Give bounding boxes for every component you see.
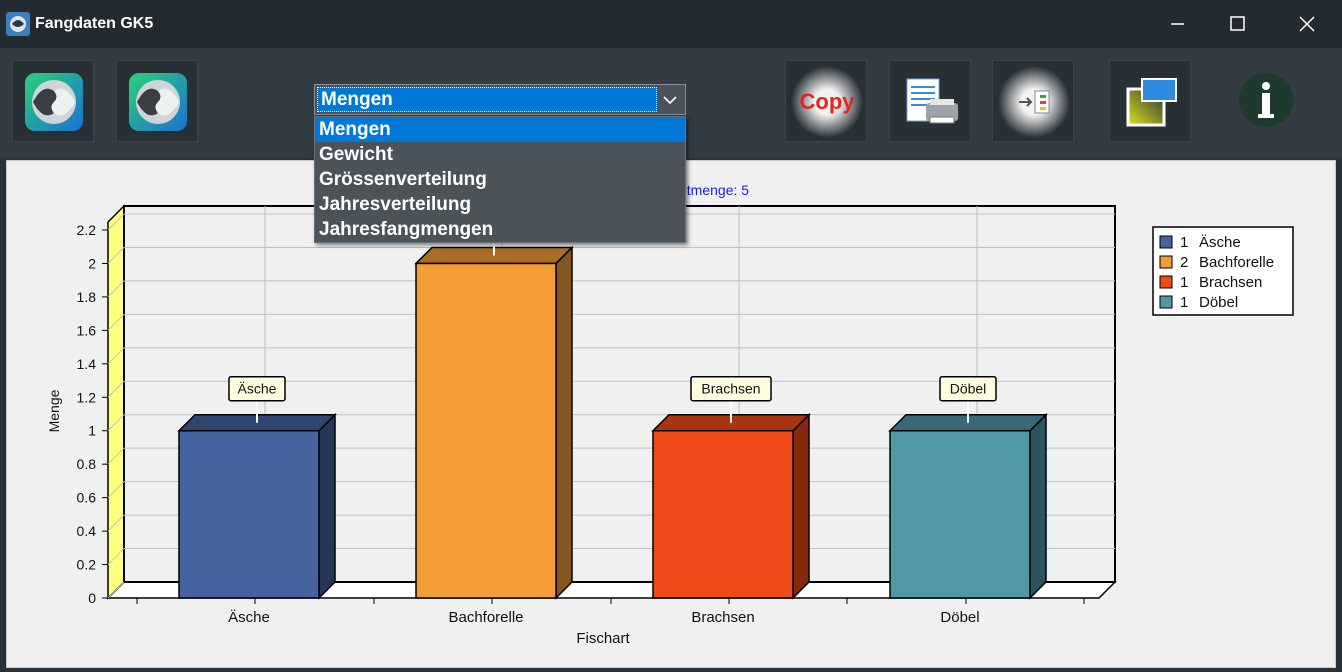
window-title: Fangdaten GK5 <box>35 15 154 32</box>
chart-type-selected[interactable]: Mengen <box>317 87 657 112</box>
data-label: Äsche <box>238 381 277 397</box>
option-mengen[interactable]: Mengen <box>315 117 685 142</box>
y-tick-label: 1 <box>88 423 96 439</box>
legend-label: Bachforelle <box>1199 254 1274 271</box>
bar <box>415 262 557 599</box>
data-label: Döbel <box>950 381 987 397</box>
fish-app-icon-2 <box>129 73 187 131</box>
x-tick-label: Döbel <box>940 609 979 626</box>
y-tick-label: 1.4 <box>77 356 97 372</box>
legend-swatch <box>1159 295 1173 309</box>
export-icon <box>998 66 1070 138</box>
legend-swatch <box>1159 275 1173 289</box>
bar-side <box>555 245 573 600</box>
export-button[interactable] <box>992 60 1074 142</box>
y-tick-label: 0.4 <box>77 523 97 539</box>
fish-app-button-2[interactable] <box>116 60 198 142</box>
legend-label: Döbel <box>1199 294 1238 311</box>
title-bar: Fangdaten GK5 <box>0 0 1342 48</box>
bar <box>652 429 794 599</box>
y-tick-label: 0 <box>88 590 96 606</box>
x-axis-label: Fischart <box>576 630 630 647</box>
legend-swatch <box>1159 235 1173 249</box>
y-tick-label: 2 <box>88 255 96 271</box>
minimize-icon[interactable] <box>1148 6 1208 42</box>
copy-button[interactable]: Copy <box>785 60 867 142</box>
option-groessenverteilung[interactable]: Grössenverteilung <box>315 167 685 192</box>
copy-label: Copy <box>800 89 856 114</box>
chart-type-dropdown: Mengen Gewicht Grössenverteilung Jahresv… <box>314 116 686 243</box>
bar <box>889 429 1031 599</box>
fish-app-button[interactable] <box>12 60 94 142</box>
close-icon[interactable] <box>1276 6 1336 42</box>
maximize-icon[interactable] <box>1208 6 1268 42</box>
legend-count: 1 <box>1180 234 1188 251</box>
legend-count: 1 <box>1180 274 1188 291</box>
app-icon <box>6 12 30 36</box>
y-tick-label: 0.2 <box>77 557 97 573</box>
y-tick-label: 0.6 <box>77 490 97 506</box>
y-tick-label: 1.8 <box>77 289 97 305</box>
info-icon[interactable] <box>1236 72 1296 132</box>
y-axis-label: Menge <box>46 389 62 432</box>
chart-title: ntmenge: 5 <box>679 182 749 198</box>
bar-side <box>318 412 336 600</box>
bar <box>178 429 320 599</box>
option-gewicht[interactable]: Gewicht <box>315 142 685 167</box>
y-tick-label: 1.6 <box>77 322 97 338</box>
y-tick-label: 1.2 <box>77 389 97 405</box>
legend-count: 1 <box>1180 294 1188 311</box>
legend-count: 2 <box>1180 254 1188 271</box>
option-jahresverteilung[interactable]: Jahresverteilung <box>315 192 685 217</box>
data-label: Brachsen <box>701 381 760 397</box>
y-tick-label: 0.8 <box>77 456 97 472</box>
window-icon <box>1126 78 1177 127</box>
bar-side <box>1029 412 1047 600</box>
copy-icon: Copy <box>791 66 863 138</box>
bar-side <box>792 412 810 600</box>
print-icon <box>906 78 958 124</box>
legend-label: Brachsen <box>1199 274 1262 291</box>
print-button[interactable] <box>889 60 971 142</box>
window-button[interactable] <box>1109 60 1191 142</box>
x-tick-label: Brachsen <box>691 609 754 626</box>
option-jahresfangmengen[interactable]: Jahresfangmengen <box>315 217 685 242</box>
y-tick-label: 2.2 <box>77 222 97 238</box>
fish-app-icon <box>25 73 83 131</box>
chevron-down-icon[interactable] <box>657 87 683 112</box>
chart-type-select[interactable]: Mengen <box>314 84 686 115</box>
legend-label: Äsche <box>1199 234 1241 251</box>
x-tick-label: Bachforelle <box>448 609 523 626</box>
x-tick-label: Äsche <box>228 609 270 626</box>
legend-swatch <box>1159 255 1173 269</box>
